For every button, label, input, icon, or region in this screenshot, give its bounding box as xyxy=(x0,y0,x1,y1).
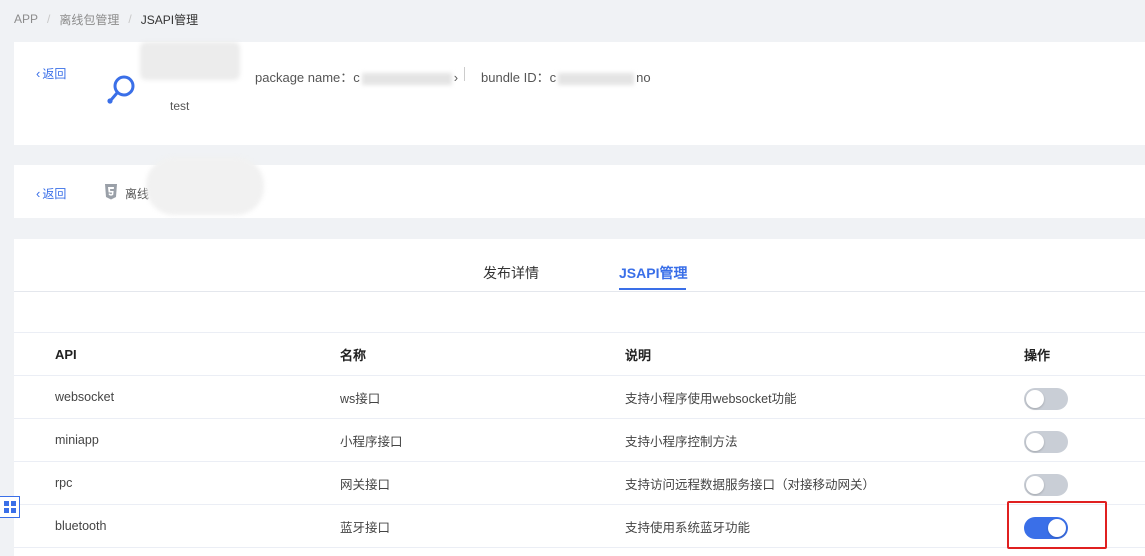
package-name-suffix: › xyxy=(453,70,459,85)
package-name-meta: package name：c › xyxy=(255,67,458,86)
app-name: test xyxy=(170,99,190,113)
back-button[interactable]: ‹ 返回 xyxy=(36,65,66,82)
description-cell: 支持小程序控制方法 xyxy=(625,434,738,449)
back-label: 返回 xyxy=(42,187,67,201)
redacted-mask xyxy=(558,72,635,85)
table-row: bluetooth 蓝牙接口 支持使用系统蓝牙功能 xyxy=(14,505,1145,548)
tab-release-details[interactable]: 发布详情 xyxy=(483,263,539,283)
bundle-id-label: bundle ID： xyxy=(481,70,550,85)
name-cell: 网关接口 xyxy=(340,477,391,492)
package-info-card: ‹ 返回 离线 xyxy=(14,157,1145,218)
toggle-switch-websocket[interactable] xyxy=(1024,388,1068,410)
toggle-knob xyxy=(1026,476,1044,494)
header-name: 名称 xyxy=(340,347,367,363)
jsapi-table: API 名称 说明 操作 websocket ws接口 支持小程序使用webso… xyxy=(14,332,1145,548)
grid-icon xyxy=(3,501,16,513)
package-name-value: c xyxy=(353,70,360,85)
table-row: rpc 网关接口 支持访问远程数据服务接口（对接移动网关） xyxy=(14,462,1145,505)
toggle-switch-rpc[interactable] xyxy=(1024,474,1068,496)
api-cell: rpc xyxy=(55,476,73,490)
jsapi-card: 发布详情 JSAPI管理 API 名称 说明 操作 websocket ws接口… xyxy=(14,239,1145,556)
breadcrumb-separator: / xyxy=(47,12,51,26)
description-cell: 支持小程序使用websocket功能 xyxy=(625,391,797,406)
toggle-switch-bluetooth[interactable] xyxy=(1024,517,1068,539)
toggle-switch-miniapp[interactable] xyxy=(1024,431,1068,453)
html5-icon xyxy=(105,184,117,200)
bundle-id-suffix: no xyxy=(636,70,651,85)
back-button[interactable]: ‹ 返回 xyxy=(36,185,66,202)
tab-bar: 发布详情 JSAPI管理 xyxy=(14,239,1145,292)
name-cell: 小程序接口 xyxy=(340,434,403,449)
bundle-id-value: c xyxy=(549,70,557,85)
bundle-id-meta: bundle ID：c no xyxy=(481,67,651,86)
name-cell: 蓝牙接口 xyxy=(340,520,391,535)
table-row: miniapp 小程序接口 支持小程序控制方法 xyxy=(14,419,1145,462)
breadcrumb-item-app[interactable]: APP xyxy=(14,12,38,26)
table-row: websocket ws接口 支持小程序使用websocket功能 xyxy=(14,376,1145,419)
app-info-card: ‹ 返回 test package name：c › bundle ID：c no xyxy=(14,42,1145,145)
redacted-region xyxy=(140,42,240,80)
toggle-knob xyxy=(1026,433,1044,451)
breadcrumb-separator: / xyxy=(128,12,132,26)
chevron-left-icon: ‹ xyxy=(36,66,41,81)
name-cell: ws接口 xyxy=(340,391,381,406)
table-header: API 名称 说明 操作 xyxy=(14,332,1145,376)
grid-widget-icon[interactable] xyxy=(0,496,20,518)
package-name-label: package name： xyxy=(255,70,354,85)
redacted-mask xyxy=(361,72,452,85)
api-cell: bluetooth xyxy=(55,519,107,533)
breadcrumb: APP / 离线包管理 / JSAPI管理 xyxy=(14,10,198,28)
header-description: 说明 xyxy=(625,347,652,363)
api-cell: miniapp xyxy=(55,433,99,447)
tab-active-indicator xyxy=(619,288,686,290)
chevron-left-icon: ‹ xyxy=(36,186,41,201)
description-cell: 支持使用系统蓝牙功能 xyxy=(625,520,751,535)
back-label: 返回 xyxy=(42,67,67,81)
description-cell: 支持访问远程数据服务接口（对接移动网关） xyxy=(625,477,876,492)
toggle-knob xyxy=(1026,390,1044,408)
api-cell: websocket xyxy=(55,390,115,404)
redacted-region xyxy=(146,157,264,215)
breadcrumb-item-offline-package[interactable]: 离线包管理 xyxy=(59,11,119,28)
header-api: API xyxy=(55,346,77,362)
toggle-knob xyxy=(1048,519,1066,537)
tab-jsapi-management[interactable]: JSAPI管理 xyxy=(619,263,687,283)
header-action: 操作 xyxy=(1024,347,1051,363)
breadcrumb-item-current: JSAPI管理 xyxy=(140,12,199,27)
app-logo-icon xyxy=(107,75,135,104)
divider xyxy=(464,67,465,81)
